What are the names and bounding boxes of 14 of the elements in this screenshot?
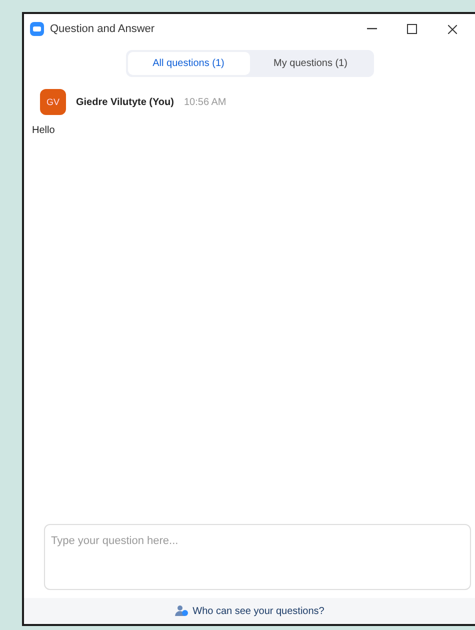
window-title: Question and Answer (50, 23, 156, 35)
app-logo-icon (30, 22, 44, 36)
question-text: Hello (32, 125, 55, 136)
question-tab[interactable]: All questions (1) (128, 52, 250, 75)
message-time: 10:56 AM (184, 96, 226, 108)
question-input-field[interactable]: Type your question here... (44, 524, 471, 590)
maximize-icon (407, 24, 417, 34)
user-avatar: GV (40, 89, 66, 115)
author-name: Giedre Vilutyte (You) (76, 96, 174, 108)
who-can-see-link[interactable]: Who can see your questions? (192, 606, 324, 616)
minimize-icon (367, 28, 377, 30)
people-icon (174, 605, 189, 617)
close-icon (448, 24, 456, 34)
question-tab[interactable]: My questions (1) (250, 52, 372, 75)
